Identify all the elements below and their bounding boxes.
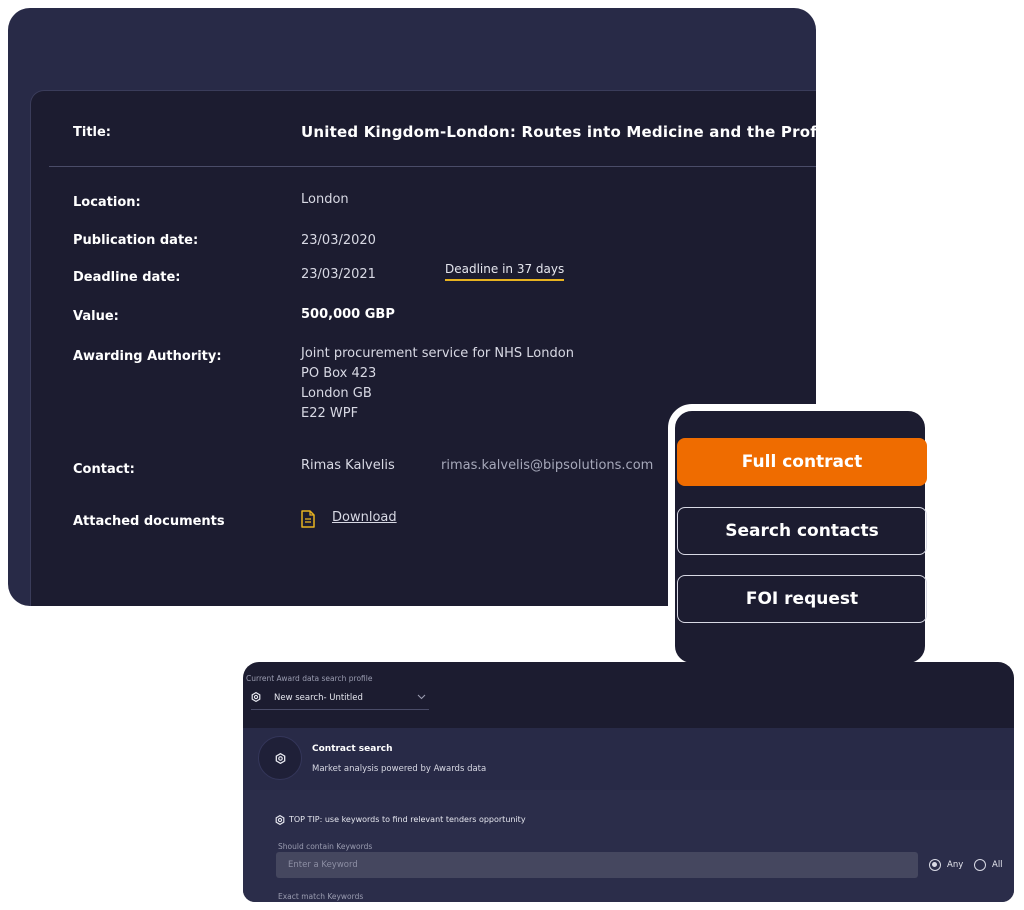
- value-label: Value:: [73, 309, 119, 324]
- contact-email[interactable]: rimas.kalvelis@bipsolutions.com: [441, 458, 653, 473]
- authority-city: London GB: [301, 386, 372, 401]
- contract-search-title: Contract search: [312, 744, 393, 754]
- radio-all[interactable]: All: [974, 859, 1003, 871]
- radio-all-label: All: [992, 860, 1003, 870]
- publication-label: Publication date:: [73, 233, 199, 248]
- exact-keywords-label: Exact match Keywords: [278, 892, 364, 901]
- top-tip-text: TOP TIP: use keywords to find relevant t…: [289, 815, 526, 824]
- title-value: United Kingdom-London: Routes into Medic…: [301, 123, 816, 141]
- search-profile-label: Current Award data search profile: [246, 674, 373, 683]
- location-label: Location:: [73, 195, 141, 210]
- chevron-down-icon: [417, 694, 426, 700]
- keywords-label: Should contain Keywords: [278, 842, 373, 851]
- deadline-value: 23/03/2021: [301, 267, 376, 282]
- document-icon: [301, 510, 315, 528]
- keyword-form: TOP TIP: use keywords to find relevant t…: [243, 790, 1014, 902]
- title-row: Title: United Kingdom-London: Routes int…: [73, 123, 816, 141]
- deadline-row: Deadline date: 23/03/2021 Deadline in 37…: [73, 262, 565, 285]
- radio-any-label: Any: [947, 860, 964, 870]
- search-contacts-button[interactable]: Search contacts: [677, 507, 927, 555]
- radio-any[interactable]: Any: [929, 859, 963, 871]
- search-profile-value: New search- Untitled: [274, 693, 363, 703]
- publication-value: 23/03/2020: [301, 233, 376, 248]
- gear-icon: [275, 753, 286, 764]
- foi-request-button[interactable]: FOI request: [677, 575, 927, 623]
- contact-label: Contact:: [73, 462, 135, 477]
- contract-search-icon-badge: [258, 736, 302, 780]
- radio-all-indicator[interactable]: [974, 859, 986, 871]
- publication-row: Publication date: 23/03/2020: [73, 233, 376, 248]
- location-value: London: [301, 192, 349, 207]
- authority-address: Joint procurement service for NHS London…: [301, 344, 574, 424]
- radio-any-indicator[interactable]: [929, 859, 941, 871]
- top-tip: TOP TIP: use keywords to find relevant t…: [275, 815, 526, 825]
- contract-actions-panel: Full contract Search contacts FOI reques…: [668, 404, 932, 670]
- gear-icon: [251, 692, 261, 702]
- award-search-panel: Current Award data search profile New se…: [243, 662, 1014, 902]
- value-amount: 500,000 GBP: [301, 307, 395, 322]
- keyword-input[interactable]: [276, 852, 918, 878]
- contact-row: Contact: Rimas Kalvelis rimas.kalvelis@b…: [73, 458, 653, 477]
- search-profile-select[interactable]: New search- Untitled: [251, 692, 429, 710]
- full-contract-button[interactable]: Full contract: [677, 438, 927, 486]
- title-label: Title:: [73, 125, 112, 140]
- authority-name: Joint procurement service for NHS London: [301, 346, 574, 361]
- authority-po-box: PO Box 423: [301, 366, 377, 381]
- deadline-countdown-badge: Deadline in 37 days: [445, 262, 565, 281]
- gear-icon: [275, 815, 285, 825]
- documents-label: Attached documents: [73, 514, 225, 529]
- authority-postcode: E22 WPF: [301, 406, 359, 421]
- authority-label: Awarding Authority:: [73, 349, 222, 364]
- title-divider: [49, 166, 816, 167]
- authority-row: Awarding Authority: Joint procurement se…: [73, 346, 574, 421]
- deadline-label: Deadline date:: [73, 270, 181, 285]
- value-row: Value: 500,000 GBP: [73, 307, 395, 324]
- location-row: Location: London: [73, 192, 349, 210]
- contact-name: Rimas Kalvelis: [301, 458, 395, 473]
- documents-row: Attached documents Download: [73, 510, 397, 529]
- download-link[interactable]: Download: [332, 510, 397, 525]
- contract-search-subtitle: Market analysis powered by Awards data: [312, 764, 487, 774]
- contract-search-header: Contract search Market analysis powered …: [243, 728, 1014, 790]
